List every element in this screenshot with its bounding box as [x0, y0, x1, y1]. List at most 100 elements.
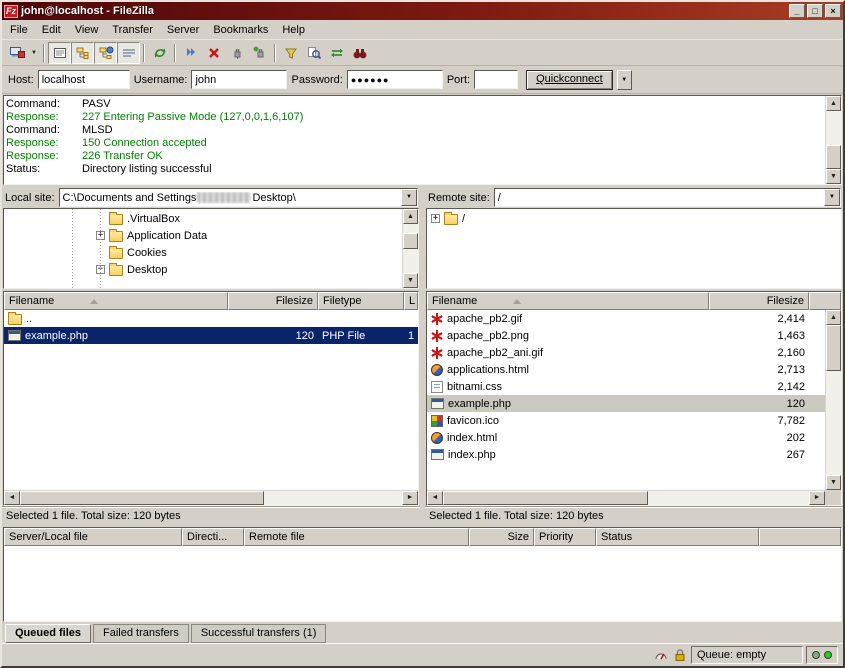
process-queue-button[interactable]	[179, 42, 202, 64]
scrollbar-track[interactable]	[826, 325, 841, 475]
column-header-filename[interactable]: Filename	[4, 292, 228, 310]
queue-col-size[interactable]: Size	[469, 528, 534, 546]
file-row[interactable]: apache_pb2.png 1,463	[427, 327, 825, 344]
username-input[interactable]	[191, 70, 287, 89]
scroll-right-icon[interactable]: ►	[809, 491, 825, 505]
quickconnect-dropdown-icon[interactable]: ▼	[617, 70, 632, 90]
column-header-filesize[interactable]: Filesize	[709, 292, 809, 310]
compare-button[interactable]	[302, 42, 325, 64]
tree-expander-icon[interactable]: +	[431, 214, 440, 223]
file-row[interactable]: example.php 120 PHP File 1	[4, 327, 418, 344]
tree-item[interactable]: .VirtualBox	[4, 210, 402, 227]
toggle-queue-button[interactable]	[117, 42, 140, 64]
tree-item-label: .VirtualBox	[127, 213, 180, 225]
menu-item[interactable]: Bookmarks	[206, 21, 275, 39]
file-row[interactable]: applications.html 2,713	[427, 361, 825, 378]
tree-item[interactable]: Cookies	[4, 244, 402, 261]
queue-tab[interactable]: Successful transfers (1)	[191, 624, 327, 643]
remote-list-scrollbar[interactable]: ▲ ▼	[825, 310, 841, 490]
scrollbar-thumb[interactable]	[826, 145, 841, 169]
scroll-up-icon[interactable]: ▲	[403, 209, 418, 224]
close-button[interactable]: ×	[825, 4, 841, 18]
scroll-down-icon[interactable]: ▼	[403, 273, 418, 288]
remote-horizontal-scrollbar[interactable]: ◄ ►	[427, 490, 841, 505]
scroll-up-icon[interactable]: ▲	[826, 96, 841, 111]
queue-col-server-local-file[interactable]: Server/Local file	[4, 528, 182, 546]
queue-list-area[interactable]	[4, 546, 841, 621]
find-button[interactable]	[348, 42, 371, 64]
site-manager-button[interactable]	[5, 42, 28, 64]
scroll-down-icon[interactable]: ▼	[826, 475, 841, 490]
minimize-button[interactable]: _	[789, 4, 805, 18]
scroll-down-icon[interactable]: ▼	[826, 169, 841, 184]
scroll-right-icon[interactable]: ►	[402, 491, 418, 505]
scrollbar-track[interactable]	[20, 491, 402, 505]
menu-item[interactable]: Server	[160, 21, 206, 39]
scroll-left-icon[interactable]: ◄	[427, 491, 443, 505]
file-row[interactable]: index.php 267	[427, 446, 825, 463]
scrollbar-track[interactable]	[403, 224, 418, 273]
combo-dropdown-icon[interactable]: ▼	[824, 189, 840, 206]
queue-col-priority[interactable]: Priority	[534, 528, 596, 546]
host-input[interactable]	[38, 70, 130, 89]
scrollbar-track[interactable]	[443, 491, 809, 505]
menu-item[interactable]: Edit	[35, 21, 68, 39]
toggle-message-log-button[interactable]	[48, 42, 71, 64]
encryption-icon[interactable]	[672, 647, 688, 663]
maximize-button[interactable]: □	[807, 4, 823, 18]
speed-limit-icon[interactable]	[653, 647, 669, 663]
queue-col-direction[interactable]: Directi...	[182, 528, 244, 546]
tree-item[interactable]: + /	[427, 210, 841, 227]
toolbar-separator	[143, 44, 145, 62]
menu-item[interactable]: View	[68, 21, 106, 39]
local-tree-scrollbar[interactable]: ▲ ▼	[402, 209, 418, 288]
file-row[interactable]: ..	[4, 310, 418, 327]
file-row[interactable]: favicon.ico 7,782	[427, 412, 825, 429]
queue-tab[interactable]: Failed transfers	[93, 624, 189, 643]
local-horizontal-scrollbar[interactable]: ◄ ►	[4, 490, 418, 505]
scrollbar-thumb[interactable]	[20, 491, 264, 505]
queue-tab[interactable]: Queued files	[5, 624, 91, 643]
scrollbar-track[interactable]	[826, 111, 841, 169]
column-header-filename[interactable]: Filename	[427, 292, 709, 310]
scrollbar-thumb[interactable]	[403, 233, 418, 250]
menu-item[interactable]: File	[3, 21, 35, 39]
filter-button[interactable]	[279, 42, 302, 64]
file-row[interactable]: index.html 202	[427, 429, 825, 446]
file-row[interactable]: apache_pb2.gif 2,414	[427, 310, 825, 327]
cancel-button[interactable]	[202, 42, 225, 64]
file-icon	[431, 398, 444, 409]
tree-item[interactable]: + Application Data	[4, 227, 402, 244]
remote-site-combo[interactable]: / ▼	[494, 188, 841, 207]
quickconnect-button[interactable]: Quickconnect	[526, 70, 613, 90]
menu-item[interactable]: Transfer	[105, 21, 160, 39]
tree-item[interactable]: − Desktop	[4, 261, 402, 278]
column-header-lastmodified-clipped[interactable]: L	[404, 292, 418, 310]
tree-indent-guide	[72, 209, 73, 288]
disconnect-button[interactable]	[225, 42, 248, 64]
column-header-filetype[interactable]: Filetype	[318, 292, 404, 310]
column-header-filesize[interactable]: Filesize	[228, 292, 318, 310]
toggle-remote-tree-button[interactable]	[94, 42, 117, 64]
log-scrollbar[interactable]: ▲ ▼	[825, 96, 841, 184]
scroll-up-icon[interactable]: ▲	[826, 310, 841, 325]
queue-col-remote-file[interactable]: Remote file	[244, 528, 469, 546]
toggle-local-tree-button[interactable]	[71, 42, 94, 64]
sync-browse-button[interactable]	[325, 42, 348, 64]
site-manager-dropdown-icon[interactable]: ▼	[28, 42, 40, 64]
file-row[interactable]: example.php 120	[427, 395, 825, 412]
menu-item[interactable]: Help	[275, 21, 312, 39]
password-input[interactable]	[347, 70, 443, 89]
scroll-left-icon[interactable]: ◄	[4, 491, 20, 505]
queue-col-status[interactable]: Status	[596, 528, 759, 546]
refresh-button[interactable]	[148, 42, 171, 64]
reconnect-button[interactable]	[248, 42, 271, 64]
scrollbar-thumb[interactable]	[443, 491, 648, 505]
port-input[interactable]	[474, 70, 518, 89]
log-line-type: Response:	[6, 150, 82, 163]
file-row[interactable]: bitnami.css 2,142	[427, 378, 825, 395]
file-row[interactable]: apache_pb2_ani.gif 2,160	[427, 344, 825, 361]
combo-dropdown-icon[interactable]: ▼	[401, 189, 417, 206]
scrollbar-thumb[interactable]	[826, 325, 841, 371]
local-site-combo[interactable]: C:\Documents and SettingsDesktop\ ▼	[59, 188, 418, 207]
